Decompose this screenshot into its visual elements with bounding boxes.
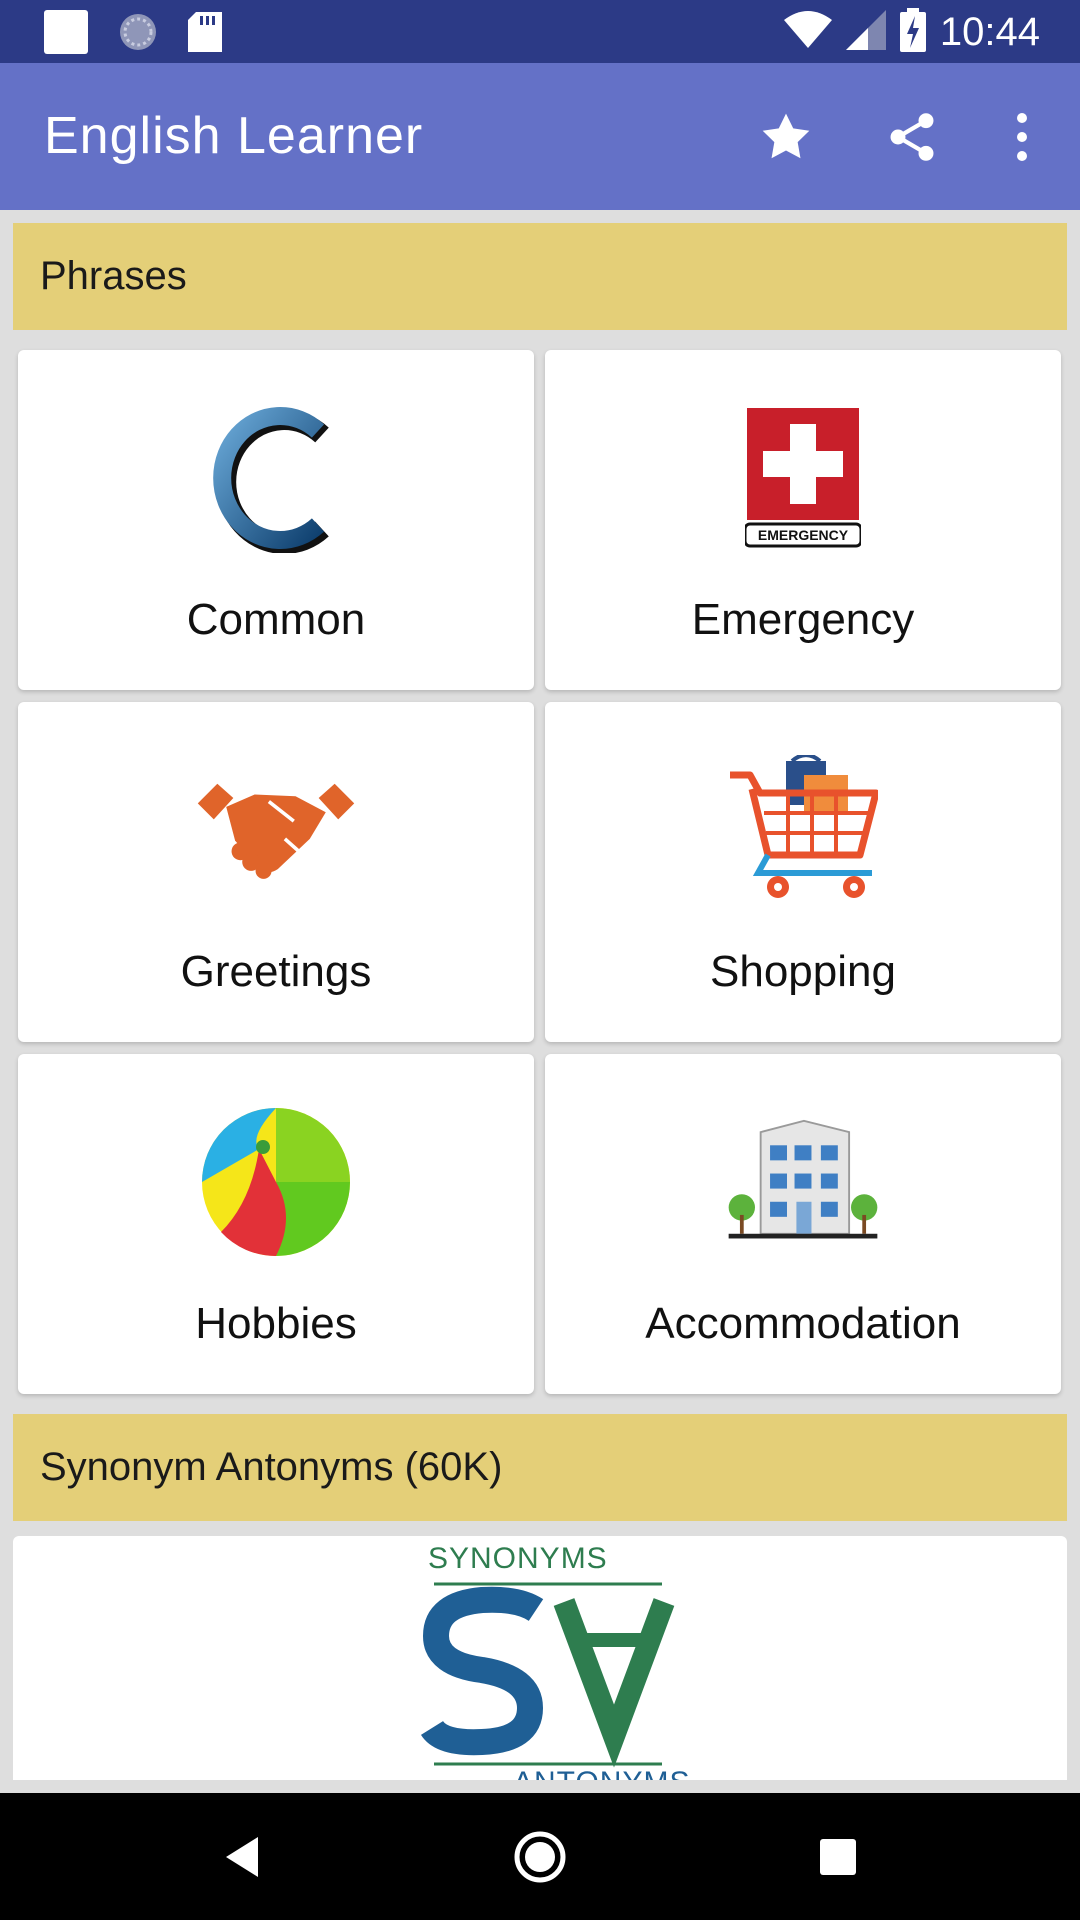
recents-icon[interactable]	[798, 1817, 878, 1897]
antonyms-text: ANTONYMS	[513, 1766, 690, 1780]
section-header-phrases: Phrases	[13, 223, 1067, 330]
app-title: English Learner	[44, 107, 424, 165]
svg-text:EMERGENCY: EMERGENCY	[758, 527, 849, 543]
notification-square-icon	[44, 10, 88, 58]
category-label: Common	[186, 595, 366, 644]
signal-icon	[845, 10, 886, 54]
sync-icon	[118, 12, 158, 56]
category-card-emergency[interactable]: EMERGENCY Emergency	[545, 350, 1061, 690]
category-card-shopping[interactable]: Shopping	[545, 702, 1061, 1042]
app-bar: English Learner	[0, 63, 1080, 210]
shopping-cart-icon	[723, 750, 883, 910]
battery-charging-icon	[899, 8, 926, 56]
status-time: 10:44	[939, 10, 1040, 54]
synonyms-text: SYNONYMS	[428, 1542, 608, 1575]
more-vert-icon[interactable]	[992, 107, 1052, 167]
category-label: Shopping	[710, 947, 896, 996]
wifi-icon	[783, 10, 832, 54]
emergency-icon: EMERGENCY	[723, 398, 883, 558]
system-nav-bar	[0, 1793, 1080, 1920]
synonym-antonym-card[interactable]: SYNONYMS ANTONYMS	[13, 1536, 1067, 1780]
synonyms-antonyms-logo	[418, 1540, 678, 1780]
category-label: Greetings	[180, 947, 372, 996]
home-icon[interactable]	[500, 1817, 580, 1897]
beach-ball-icon	[196, 1102, 356, 1262]
category-card-greetings[interactable]: Greetings	[18, 702, 534, 1042]
category-card-accommodation[interactable]: Accommodation	[545, 1054, 1061, 1394]
share-icon[interactable]	[882, 107, 942, 167]
handshake-icon	[196, 750, 356, 910]
status-bar: 10:44	[0, 0, 1080, 63]
sd-card-icon	[188, 12, 222, 56]
back-icon[interactable]	[202, 1817, 282, 1897]
section-header-synonym-antonyms: Synonym Antonyms (60K)	[13, 1414, 1067, 1521]
category-label: Emergency	[691, 595, 915, 644]
category-label: Hobbies	[195, 1299, 357, 1348]
common-c-icon	[196, 398, 356, 558]
star-icon[interactable]	[756, 107, 816, 167]
category-card-hobbies[interactable]: Hobbies	[18, 1054, 534, 1394]
building-icon	[723, 1102, 883, 1262]
category-card-common[interactable]: Common	[18, 350, 534, 690]
category-label: Accommodation	[645, 1299, 961, 1348]
